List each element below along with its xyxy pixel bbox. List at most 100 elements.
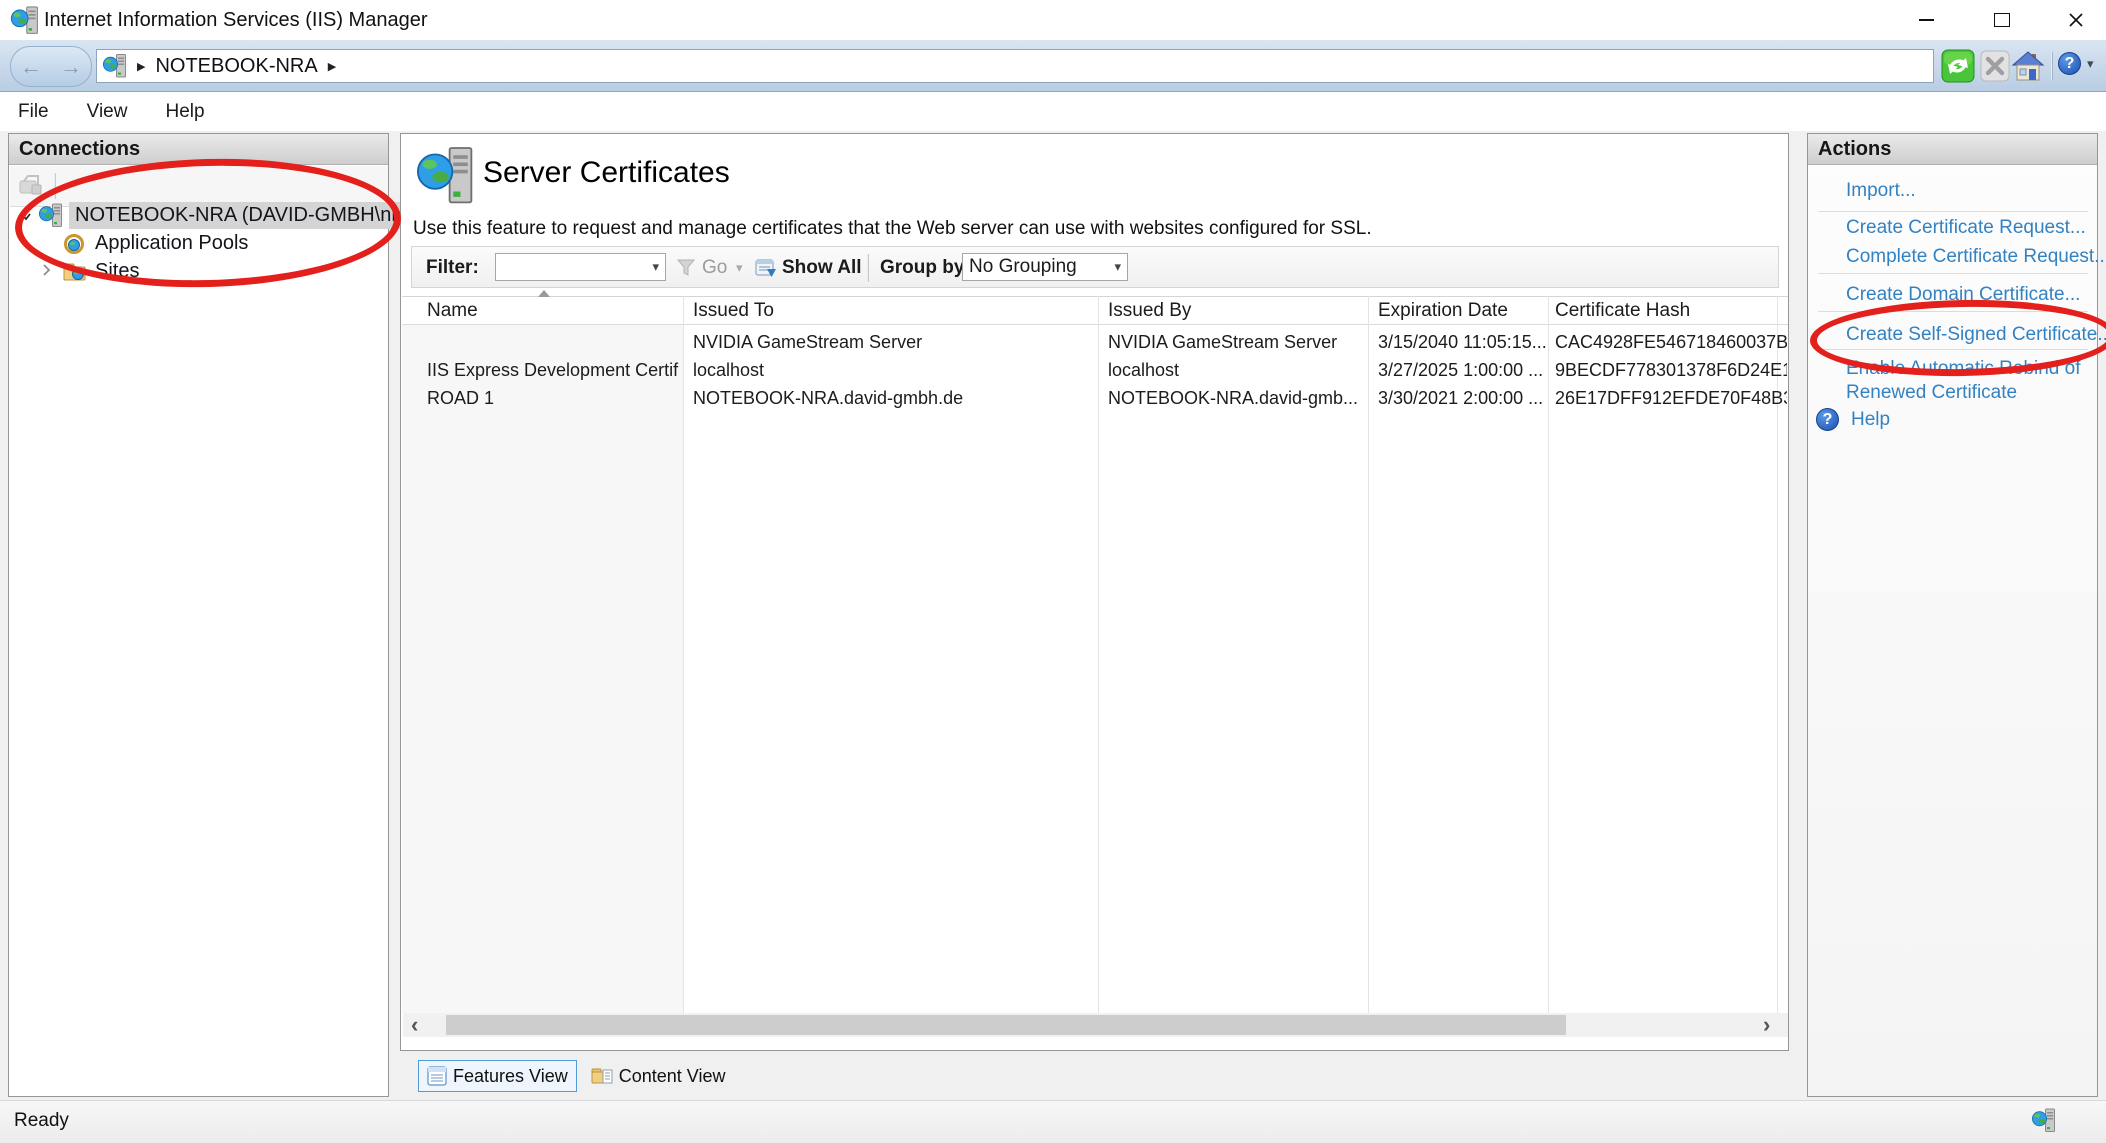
stop-icon-disabled	[1979, 49, 2011, 83]
scroll-left-arrow[interactable]: ‹	[411, 1014, 418, 1036]
help-dropdown-caret-icon: ▾	[2087, 56, 2094, 72]
restart-button[interactable]	[1941, 49, 1975, 83]
tree-collapsed-chevron-icon[interactable]	[41, 263, 53, 277]
close-icon	[2068, 12, 2084, 28]
stop-button	[1979, 49, 2013, 83]
maximize-icon	[1994, 13, 2010, 27]
go-button-disabled: Go	[702, 257, 727, 279]
status-ready: Ready	[14, 1110, 69, 1132]
column-header-expiration-date[interactable]: Expiration Date	[1378, 300, 1508, 322]
minimize-button[interactable]	[1896, 0, 1956, 40]
iis-breadcrumb-icon	[103, 53, 127, 80]
close-button[interactable]	[2046, 0, 2106, 40]
tab-content-view-label: Content View	[619, 1066, 726, 1087]
action-help[interactable]: ? Help	[1816, 408, 1890, 431]
table-row[interactable]: NVIDIA GameStream Server NVIDIA GameStre…	[401, 332, 1789, 360]
content-view-icon	[591, 1066, 613, 1086]
address-breadcrumb-bar[interactable]: ▶ NOTEBOOK-NRA ▶	[96, 49, 1934, 83]
cell-issued-to: NOTEBOOK-NRA.david-gmbh.de	[693, 388, 1093, 409]
table-header-top-border	[402, 296, 1789, 297]
table-row[interactable]: ROAD 1 NOTEBOOK-NRA.david-gmbh.de NOTEBO…	[401, 388, 1789, 416]
action-import[interactable]: Import...	[1846, 180, 1916, 202]
horizontal-scrollbar[interactable]: ‹ ›	[403, 1013, 1788, 1037]
filter-funnel-icon-disabled	[676, 258, 696, 278]
help-icon: ?	[2058, 52, 2081, 75]
cell-expiration: 3/15/2040 11:05:15...	[1378, 332, 1546, 353]
filter-caret-icon[interactable]: ▾	[652, 259, 659, 275]
filter-label: Filter:	[426, 257, 479, 279]
cell-issued-by: NVIDIA GameStream Server	[1108, 332, 1364, 353]
menu-bar: File View Help	[0, 92, 2106, 131]
breadcrumb-arrow-icon[interactable]: ▶	[328, 60, 336, 73]
show-all-icon	[754, 256, 778, 280]
feature-page-panel: Server Certificates Use this feature to …	[400, 133, 1789, 1051]
scrollbar-thumb[interactable]	[446, 1015, 1566, 1035]
filter-toolbar-separator	[867, 254, 869, 282]
cell-hash: CAC4928FE546718460037BF	[1555, 332, 1787, 353]
page-description: Use this feature to request and manage c…	[413, 218, 1372, 240]
column-header-issued-to[interactable]: Issued To	[693, 300, 774, 322]
title-bar: Internet Information Services (IIS) Mana…	[0, 0, 2106, 40]
cell-name: IIS Express Development Certif...	[427, 360, 679, 381]
actions-divider	[1818, 211, 2088, 212]
restart-icon	[1941, 49, 1975, 83]
column-header-certificate-hash[interactable]: Certificate Hash	[1555, 300, 1690, 322]
tab-features-view[interactable]: Features View	[418, 1060, 577, 1092]
home-button[interactable]	[2011, 49, 2045, 83]
cell-expiration: 3/27/2025 1:00:00 ...	[1378, 360, 1546, 381]
action-help-label[interactable]: Help	[1851, 409, 1890, 431]
breadcrumb-arrow-icon: ▶	[137, 60, 145, 73]
toolbar-separator	[2051, 52, 2053, 80]
features-view-icon	[427, 1066, 447, 1086]
actions-header: Actions	[1808, 134, 2097, 165]
page-title: Server Certificates	[483, 156, 730, 190]
menu-file[interactable]: File	[18, 101, 49, 123]
scroll-right-arrow[interactable]: ›	[1763, 1014, 1770, 1036]
iis-logo-icon	[10, 6, 40, 36]
status-iis-icon	[2032, 1107, 2056, 1135]
menu-help[interactable]: Help	[165, 101, 204, 123]
sort-ascending-icon	[538, 290, 550, 297]
actions-panel: Actions Import... Create Certificate Req…	[1807, 133, 2098, 1097]
filter-toolbar: Filter: ▾ Go ▾ Show All Group by: No Gro…	[411, 246, 1779, 288]
iis-manager-window: Internet Information Services (IIS) Mana…	[0, 0, 2106, 1143]
action-create-certificate-request[interactable]: Create Certificate Request...	[1846, 217, 2086, 239]
minimize-icon	[1919, 19, 1934, 21]
column-header-issued-by[interactable]: Issued By	[1108, 300, 1191, 322]
actions-divider	[1818, 273, 2088, 274]
help-menu-button[interactable]: ? ▾	[2058, 52, 2094, 75]
table-row[interactable]: IIS Express Development Certif... localh…	[401, 360, 1789, 388]
tab-content-view[interactable]: Content View	[583, 1060, 734, 1092]
group-by-select[interactable]: No Grouping ▾	[962, 253, 1128, 281]
table-header-bottom-border	[402, 324, 1789, 325]
forward-button[interactable]: →	[60, 56, 82, 78]
back-button[interactable]: ←	[20, 56, 42, 78]
home-icon	[2011, 49, 2045, 83]
navigation-bar: ← → ▶ NOTEBOOK-NRA ▶	[0, 40, 2106, 92]
action-complete-certificate-request[interactable]: Complete Certificate Request...	[1846, 246, 2106, 268]
breadcrumb-server[interactable]: NOTEBOOK-NRA	[155, 55, 317, 78]
sorted-column-tint	[402, 324, 683, 1013]
cell-hash: 9BECDF778301378F6D24E1F	[1555, 360, 1787, 381]
group-by-label: Group by:	[880, 257, 971, 279]
group-by-value: No Grouping	[969, 256, 1077, 278]
tab-features-view-label: Features View	[453, 1066, 568, 1087]
group-by-caret-icon: ▾	[1114, 259, 1121, 275]
cell-issued-to: localhost	[693, 360, 1093, 381]
cell-issued-by: localhost	[1108, 360, 1364, 381]
window-title: Internet Information Services (IIS) Mana…	[44, 9, 428, 32]
help-icon: ?	[1816, 408, 1839, 431]
menu-view[interactable]: View	[87, 101, 128, 123]
nav-history-group: ← →	[10, 46, 92, 87]
cell-hash: 26E17DFF912EFDE70F48B3C	[1555, 388, 1787, 409]
show-all-button[interactable]: Show All	[782, 257, 862, 279]
column-header-name[interactable]: Name	[427, 300, 478, 322]
server-certificates-icon	[417, 146, 475, 208]
filter-input[interactable]: ▾	[495, 253, 666, 281]
maximize-button[interactable]	[1972, 0, 2032, 40]
cell-name: ROAD 1	[427, 388, 679, 409]
go-dropdown-caret-icon: ▾	[736, 260, 743, 276]
cell-issued-by: NOTEBOOK-NRA.david-gmb...	[1108, 388, 1364, 409]
status-bar: Ready	[0, 1100, 2106, 1143]
cell-issued-to: NVIDIA GameStream Server	[693, 332, 1093, 353]
